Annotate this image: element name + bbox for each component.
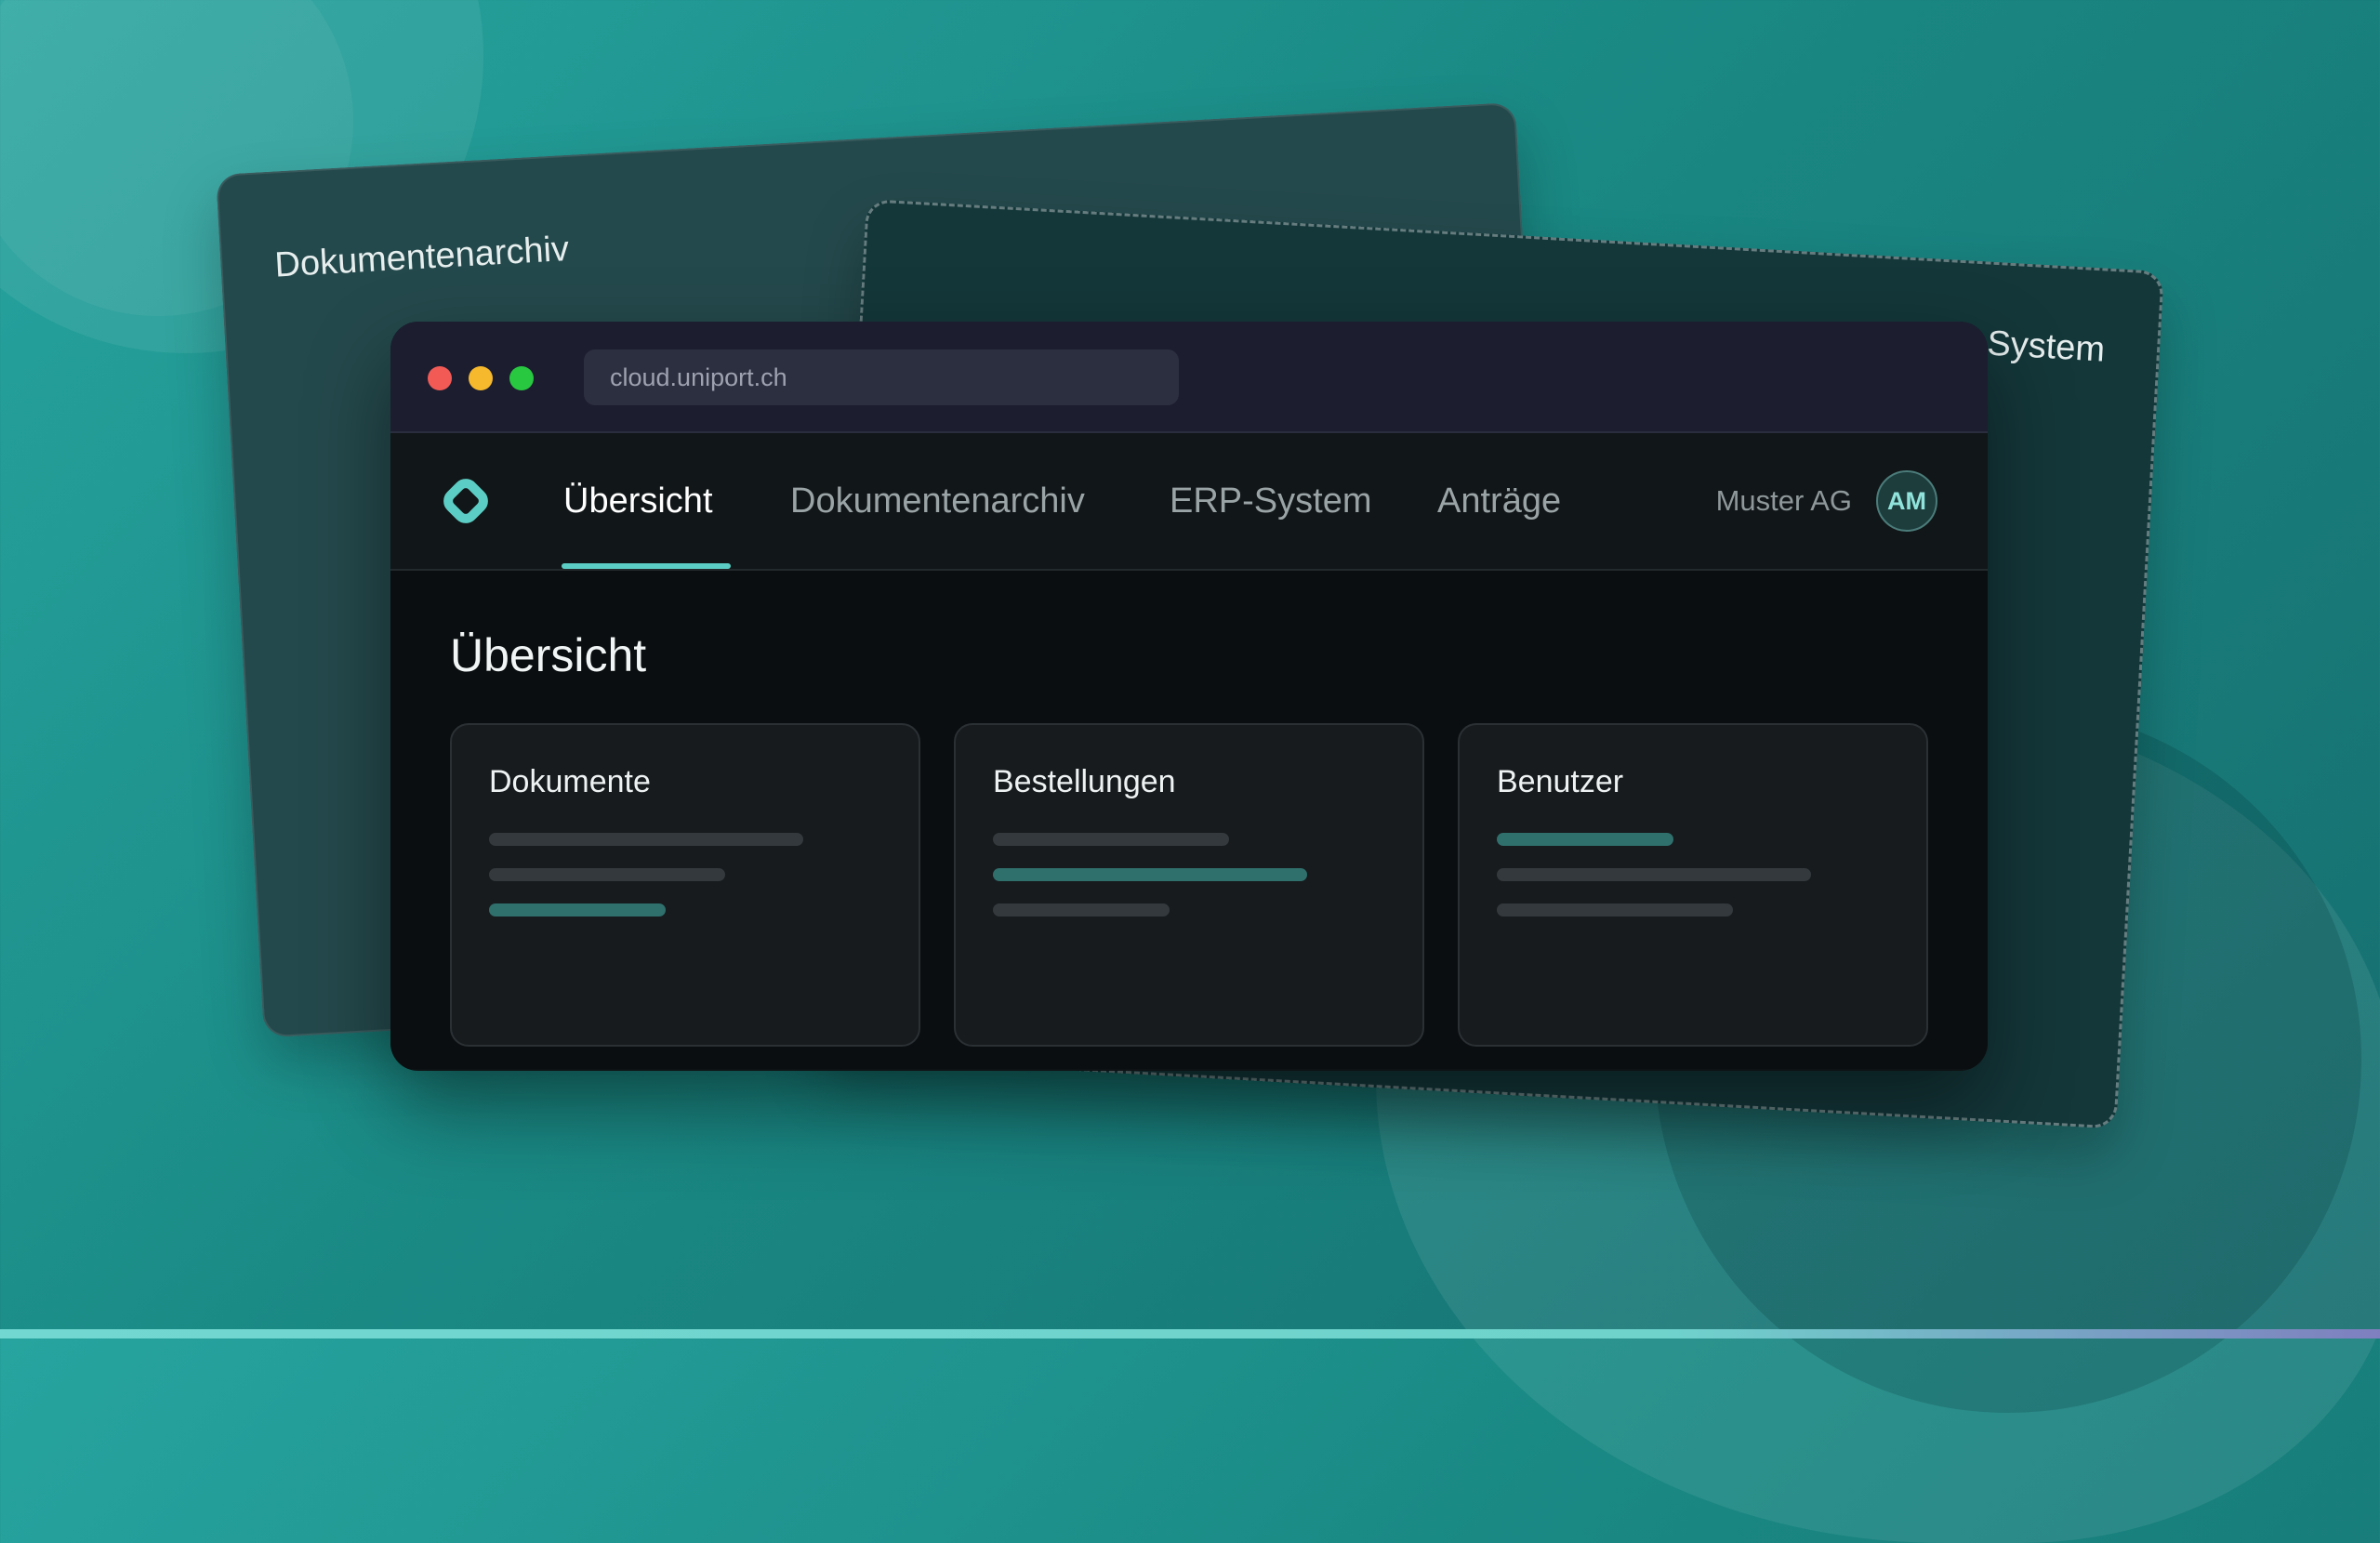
tile-dokumente[interactable]: Dokumente [450,723,920,1047]
diamond-ring-logo-icon[interactable] [441,476,491,526]
user-avatar[interactable]: AM [1876,470,1937,532]
browser-window: cloud.uniport.ch Übersicht Dokumentenarc… [390,322,1988,1071]
background-card-title: Dokumentenarchiv [273,229,571,285]
maximize-window-icon[interactable] [509,366,534,390]
placeholder-line [489,868,725,881]
placeholder-line [993,833,1229,846]
organization-name: Muster AG [1715,484,1852,517]
active-tab-indicator [562,563,731,569]
placeholder-line [1497,833,1673,846]
tab-uebersicht[interactable]: Übersicht [563,433,713,569]
close-window-icon[interactable] [428,366,452,390]
placeholder-line [489,833,803,846]
placeholder-line [1497,903,1733,917]
tile-bestellungen[interactable]: Bestellungen [954,723,1424,1047]
tab-dokumentenarchiv[interactable]: Dokumentenarchiv [790,433,1085,569]
minimize-window-icon[interactable] [469,366,493,390]
address-bar[interactable]: cloud.uniport.ch [584,349,1179,405]
bottom-accent-strip [0,1329,2380,1339]
tile-title: Benutzer [1497,764,1624,799]
page-title: Übersicht [450,629,647,681]
placeholder-line [1497,868,1811,881]
placeholder-line [993,868,1307,881]
tile-title: Dokumente [489,764,651,799]
tile-benutzer[interactable]: Benutzer [1458,723,1928,1047]
tile-title: Bestellungen [993,764,1176,799]
top-navigation: Übersicht Dokumentenarchiv ERP-System An… [390,433,1988,571]
browser-titlebar: cloud.uniport.ch [390,322,1988,433]
placeholder-line [993,903,1170,917]
placeholder-line [489,903,666,917]
main-content: Übersicht Dokumente Bestellungen Benutze… [390,571,1988,1069]
tab-erp-system[interactable]: ERP-System [1170,433,1371,569]
tab-antraege[interactable]: Anträge [1437,433,1561,569]
